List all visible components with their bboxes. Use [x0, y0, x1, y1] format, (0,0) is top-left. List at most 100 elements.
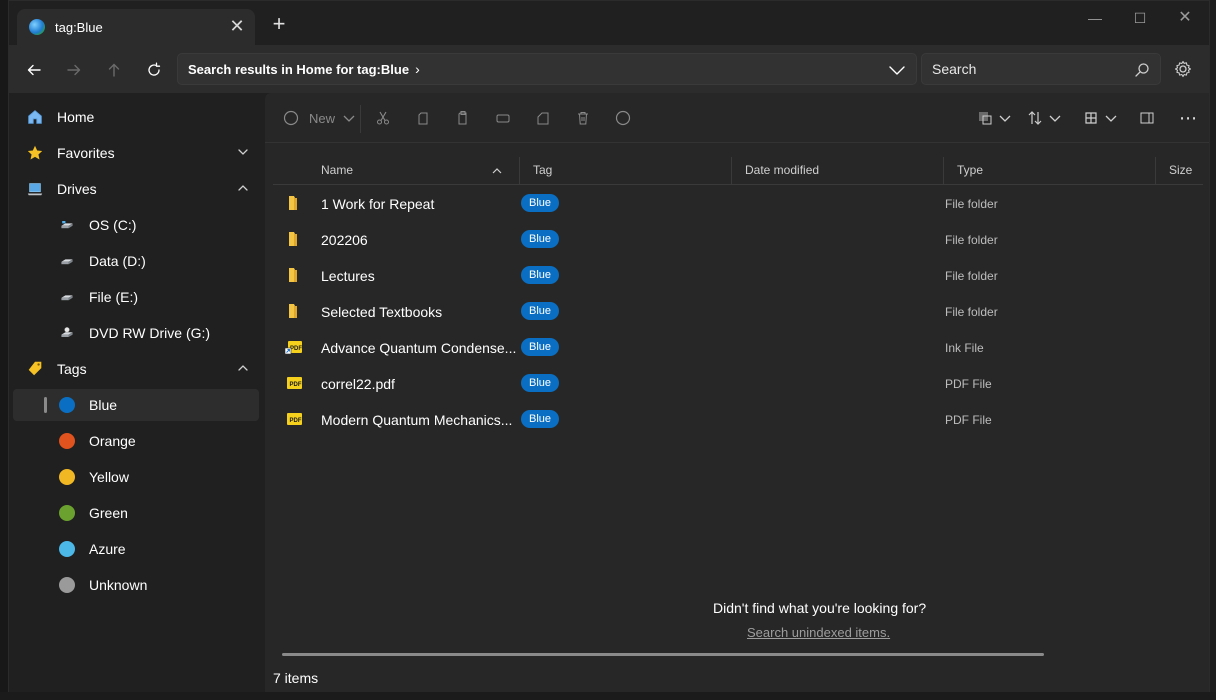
laptop-icon — [25, 179, 45, 199]
rename-button[interactable] — [495, 107, 511, 129]
sidebar-item-tag-blue[interactable]: Blue — [13, 389, 259, 421]
sidebar-item-label: Yellow — [89, 469, 129, 485]
copy-button[interactable] — [415, 107, 431, 129]
minimize-button[interactable]: — — [1081, 7, 1109, 29]
maximize-button[interactable]: ☐ — [1126, 7, 1154, 29]
tag-badge[interactable]: Blue — [521, 302, 560, 320]
column-separator[interactable] — [731, 157, 732, 185]
column-size[interactable]: Size — [1169, 163, 1192, 177]
horizontal-scrollbar[interactable] — [282, 653, 1044, 656]
column-date-modified[interactable]: Date modified — [745, 163, 819, 177]
sidebar-item-favorites[interactable]: Favorites — [13, 137, 259, 169]
sidebar-item-tag-yellow[interactable]: Yellow — [13, 461, 259, 493]
column-type[interactable]: Type — [957, 163, 983, 177]
column-separator[interactable] — [1155, 157, 1156, 185]
column-name[interactable]: Name — [321, 163, 353, 177]
chevron-down-icon[interactable] — [237, 146, 249, 158]
sidebar-item-label: Drives — [57, 181, 97, 197]
chevron-up-icon[interactable] — [237, 182, 249, 194]
breadcrumb[interactable]: Search results in Home for tag:Blue — [188, 62, 409, 77]
globe-icon — [29, 19, 45, 35]
sidebar-item-label: Unknown — [89, 577, 148, 593]
table-row[interactable]: PDF Modern Quantum Mechanics... Blue PDF… — [273, 401, 1203, 437]
rename-icon — [496, 114, 510, 123]
column-separator[interactable] — [943, 157, 944, 185]
clipboard-icon — [458, 111, 467, 125]
tag-badge[interactable]: Blue — [521, 338, 560, 356]
forward-button[interactable] — [61, 57, 87, 83]
tag-badge[interactable]: Blue — [521, 266, 560, 284]
sidebar-item-tag-orange[interactable]: Orange — [13, 425, 259, 457]
sidebar-item-file-e[interactable]: File (E:) — [13, 281, 259, 313]
background-bottom — [0, 692, 1216, 700]
more-options-button[interactable]: ⋯ — [1179, 107, 1197, 129]
properties-button[interactable] — [615, 107, 631, 129]
background-right — [1210, 0, 1216, 700]
folder-icon — [289, 268, 297, 282]
share-button[interactable] — [535, 107, 551, 129]
drive-icon — [57, 287, 77, 307]
search-unindexed-link[interactable]: Search unindexed items. — [747, 625, 890, 640]
sidebar-item-tag-azure[interactable]: Azure — [13, 533, 259, 565]
grid-icon — [1085, 112, 1097, 124]
arrow-left-icon — [27, 64, 41, 76]
tab-close-button[interactable]: ✕ — [227, 17, 247, 37]
table-row[interactable]: PDF Advance Quantum Condense... Blue Ink… — [273, 329, 1203, 365]
sidebar-item-tag-unknown[interactable]: Unknown — [13, 569, 259, 601]
circle-icon — [283, 110, 299, 126]
select-options-button[interactable] — [977, 107, 1013, 129]
table-row[interactable]: Lectures Blue File folder — [273, 257, 1203, 293]
up-button[interactable] — [101, 57, 127, 83]
new-tab-button[interactable]: + — [267, 13, 291, 37]
sidebar-item-tag-green[interactable]: Green — [13, 497, 259, 529]
svg-text:PDF: PDF — [290, 418, 302, 424]
tag-badge[interactable]: Blue — [521, 410, 560, 428]
search-input[interactable] — [932, 61, 1112, 77]
window-close-button[interactable]: ✕ — [1171, 7, 1199, 29]
file-name: Selected Textbooks — [321, 304, 443, 320]
table-row[interactable]: Selected Textbooks Blue File folder — [273, 293, 1203, 329]
chevron-up-icon[interactable] — [237, 362, 249, 374]
folder-icon — [289, 196, 297, 210]
gear-icon[interactable] — [1173, 59, 1193, 79]
delete-button[interactable] — [575, 107, 591, 129]
sort-ascending-icon[interactable] — [491, 165, 503, 177]
sidebar-item-drives[interactable]: Drives — [13, 173, 259, 205]
search-icon[interactable] — [1134, 62, 1150, 78]
drive-icon — [57, 215, 77, 235]
circle-icon — [615, 110, 631, 126]
star-icon — [25, 143, 45, 163]
column-tag[interactable]: Tag — [533, 163, 552, 177]
tag-badge[interactable]: Blue — [521, 230, 560, 248]
sort-button[interactable] — [1027, 107, 1063, 129]
cut-button[interactable] — [375, 107, 391, 129]
background-left — [0, 0, 8, 700]
column-separator[interactable] — [519, 157, 520, 185]
pdf-icon: PDF — [287, 413, 302, 425]
paste-button[interactable] — [455, 107, 471, 129]
file-name: 202206 — [321, 232, 368, 248]
tab-tag-blue[interactable]: tag:Blue ✕ — [17, 9, 255, 45]
back-button[interactable] — [21, 57, 47, 83]
sidebar-item-label: Azure — [89, 541, 126, 557]
address-bar[interactable]: Search results in Home for tag:Blue › — [177, 53, 917, 85]
sidebar-item-home[interactable]: Home — [13, 101, 259, 133]
tag-color-dot — [57, 503, 77, 523]
sidebar-item-data-d[interactable]: Data (D:) — [13, 245, 259, 277]
table-row[interactable]: 202206 Blue File folder — [273, 221, 1203, 257]
layout-button[interactable] — [1083, 107, 1119, 129]
tag-badge[interactable]: Blue — [521, 194, 560, 212]
sidebar-item-tags[interactable]: Tags — [13, 353, 259, 385]
table-row[interactable]: 1 Work for Repeat Blue File folder — [273, 185, 1203, 221]
sidebar-item-label: Orange — [89, 433, 136, 449]
table-row[interactable]: PDF correl22.pdf Blue PDF File — [273, 365, 1203, 401]
sidebar-item-os-c[interactable]: OS (C:) — [13, 209, 259, 241]
new-button[interactable]: New — [283, 107, 357, 129]
tag-badge[interactable]: Blue — [521, 374, 560, 392]
preview-pane-button[interactable] — [1139, 107, 1155, 129]
chevron-down-icon[interactable] — [888, 61, 906, 79]
search-box[interactable] — [921, 53, 1161, 85]
dvd-drive-icon — [57, 323, 77, 343]
refresh-button[interactable] — [141, 57, 167, 83]
sidebar-item-dvd-g[interactable]: DVD RW Drive (G:) — [13, 317, 259, 349]
